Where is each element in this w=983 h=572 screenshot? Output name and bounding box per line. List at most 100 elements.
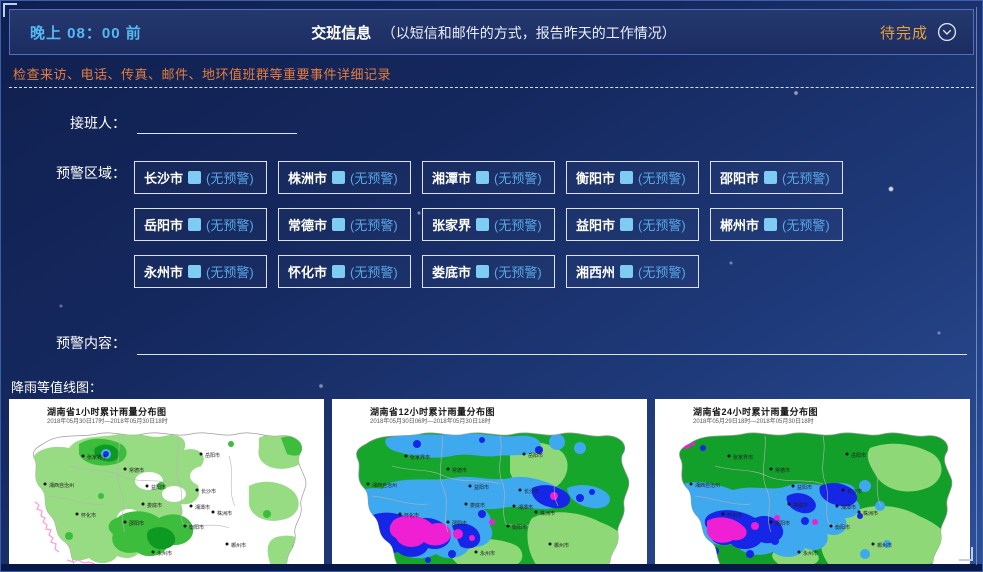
city-name: 岳阳市 xyxy=(144,215,183,234)
city-name: 株洲市 xyxy=(288,168,327,187)
no-warning-label: (无预警) xyxy=(782,215,830,234)
warning-area-city-box[interactable]: 湘潭市 (无预警) xyxy=(422,161,555,194)
no-warning-label: (无预警) xyxy=(494,262,542,281)
warning-area-city-box[interactable]: 岳阳市 (无预警) xyxy=(134,208,267,241)
map-city-label: 衡阳市 xyxy=(189,524,204,531)
warning-area-city-box[interactable]: 衡阳市 (无预警) xyxy=(566,161,699,194)
frame-corner-top-left xyxy=(3,3,17,17)
city-checkbox[interactable] xyxy=(188,171,201,184)
warning-area-city-box[interactable]: 株洲市 (无预警) xyxy=(278,161,411,194)
map-city-label: 郴州市 xyxy=(231,542,246,549)
city-checkbox[interactable] xyxy=(620,171,633,184)
warning-content-label: 预警内容： xyxy=(1,333,126,353)
city-name: 娄底市 xyxy=(432,262,471,281)
map-city-label: 湘潭市 xyxy=(195,504,210,511)
warning-area-city-box[interactable]: 怀化市 (无预警) xyxy=(278,255,411,288)
map-city-label: 益阳市 xyxy=(151,484,166,491)
dashed-separator xyxy=(9,87,974,88)
receiver-input[interactable] xyxy=(137,113,297,134)
city-name: 衡阳市 xyxy=(576,168,615,187)
city-name: 张家界 xyxy=(432,215,471,234)
city-checkbox[interactable] xyxy=(188,218,201,231)
city-checkbox[interactable] xyxy=(188,265,201,278)
status-area: 待完成 xyxy=(757,22,973,43)
city-checkbox[interactable] xyxy=(620,265,633,278)
warning-area-city-box[interactable]: 常德市 (无预警) xyxy=(278,208,411,241)
page-title: 交班信息 xyxy=(311,25,371,42)
warning-area-city-box[interactable]: 湘西州 (无预警) xyxy=(566,255,699,288)
no-warning-label: (无预警) xyxy=(206,168,254,187)
warning-area-city-box[interactable]: 益阳市 (无预警) xyxy=(566,208,699,241)
rainfall-map-1h: 湖南省1小时累计雨量分布图 2018年05月30日17时—2018年05月30日… xyxy=(9,399,324,566)
map-subtitle: 2018年05月30日17时—2018年05月30日18时 xyxy=(47,416,168,425)
header-title-group: 交班信息 （以短信和邮件的方式，报告昨天的工作情况） xyxy=(230,22,757,43)
no-warning-label: (无预警) xyxy=(782,168,830,187)
warning-area-city-box[interactable]: 娄底市 (无预警) xyxy=(422,255,555,288)
no-warning-label: (无预警) xyxy=(494,168,542,187)
no-warning-label: (无预警) xyxy=(350,215,398,234)
notice-text: 检查来访、电话、传真、邮件、地环值班群等重要事件详细记录 xyxy=(13,64,391,83)
map-city-label: 永州市 xyxy=(157,550,172,557)
warning-area-city-box[interactable]: 邵阳市 (无预警) xyxy=(710,161,843,194)
city-name: 常德市 xyxy=(288,215,327,234)
rainfall-map-24h-image xyxy=(655,426,970,566)
warning-area-city-box[interactable]: 郴州市 (无预警) xyxy=(710,208,843,241)
city-checkbox[interactable] xyxy=(332,171,345,184)
city-name: 永州市 xyxy=(144,262,183,281)
no-warning-label: (无预警) xyxy=(206,215,254,234)
collapse-toggle-button[interactable] xyxy=(937,22,957,42)
rainfall-map-12h: 湖南省12小时累计雨量分布图 2018年05月30日06时—2018年05月30… xyxy=(332,399,647,566)
map-subtitle: 2018年05月29日18时—2018年05月30日18时 xyxy=(693,416,814,425)
no-warning-label: (无预警) xyxy=(494,215,542,234)
status-badge: 待完成 xyxy=(880,22,928,43)
city-checkbox[interactable] xyxy=(764,218,777,231)
rainfall-map-24h: 湖南省24小时累计雨量分布图 2018年05月29日18时—2018年05月30… xyxy=(655,399,970,566)
city-checkbox[interactable] xyxy=(476,218,489,231)
frame-corner-bottom-right xyxy=(959,547,973,561)
chevron-down-circle-icon xyxy=(937,22,957,42)
frame-edge-line xyxy=(976,7,977,565)
deadline-label: 晚上 08：00 前 xyxy=(10,22,230,43)
header-bar: 晚上 08：00 前 交班信息 （以短信和邮件的方式，报告昨天的工作情况） 待完… xyxy=(9,9,974,55)
rainfall-map-1h-image: 张家界市 常德市 岳阳市 益阳市 长沙市 湘潭市 株洲市 衡阳市 邵阳市 娄底市… xyxy=(9,426,324,566)
rainfall-maps-row: 湖南省1小时累计雨量分布图 2018年05月30日17时—2018年05月30日… xyxy=(9,399,970,566)
city-checkbox[interactable] xyxy=(332,265,345,278)
map-city-label: 湘西自治州 xyxy=(49,482,74,489)
bottom-bar xyxy=(1,564,982,571)
no-warning-label: (无预警) xyxy=(638,168,686,187)
no-warning-label: (无预警) xyxy=(350,168,398,187)
warning-area-city-box[interactable]: 永州市 (无预警) xyxy=(134,255,267,288)
map-city-label: 娄底市 xyxy=(147,502,162,509)
warning-area-grid: 长沙市 (无预警) 株洲市 (无预警) 湘潭市 (无预警) 衡阳市 (无预警) … xyxy=(134,161,856,288)
no-warning-label: (无预警) xyxy=(638,262,686,281)
warning-area-label: 预警区域： xyxy=(1,163,126,183)
map-city-label: 长沙市 xyxy=(201,488,216,495)
rainfall-map-12h-image xyxy=(332,426,647,566)
rainfall-maps-label: 降雨等值线图： xyxy=(11,377,102,396)
city-checkbox[interactable] xyxy=(476,265,489,278)
map-subtitle: 2018年05月30日06时—2018年05月30日18时 xyxy=(370,416,491,425)
page-subtitle: （以短信和邮件的方式，报告昨天的工作情况） xyxy=(382,25,676,41)
no-warning-label: (无预警) xyxy=(206,262,254,281)
receiver-label: 接班人： xyxy=(1,113,126,133)
city-checkbox[interactable] xyxy=(620,218,633,231)
city-name: 邵阳市 xyxy=(720,168,759,187)
city-name: 长沙市 xyxy=(144,168,183,187)
warning-content-input[interactable] xyxy=(137,334,967,355)
city-checkbox[interactable] xyxy=(476,171,489,184)
city-name: 湘西州 xyxy=(576,262,615,281)
map-city-label: 怀化市 xyxy=(81,512,96,519)
map-city-label: 邵阳市 xyxy=(129,520,144,527)
map-city-label: 张家界市 xyxy=(87,454,107,461)
shift-handover-page: 晚上 08：00 前 交班信息 （以短信和邮件的方式，报告昨天的工作情况） 待完… xyxy=(0,0,983,572)
no-warning-label: (无预警) xyxy=(638,215,686,234)
city-checkbox[interactable] xyxy=(764,171,777,184)
map-city-label: 株洲市 xyxy=(217,510,232,517)
map-city-label: 常德市 xyxy=(129,467,144,474)
warning-area-city-box[interactable]: 长沙市 (无预警) xyxy=(134,161,267,194)
city-name: 湘潭市 xyxy=(432,168,471,187)
no-warning-label: (无预警) xyxy=(350,262,398,281)
city-checkbox[interactable] xyxy=(332,218,345,231)
warning-area-city-box[interactable]: 张家界 (无预警) xyxy=(422,208,555,241)
city-name: 益阳市 xyxy=(576,215,615,234)
